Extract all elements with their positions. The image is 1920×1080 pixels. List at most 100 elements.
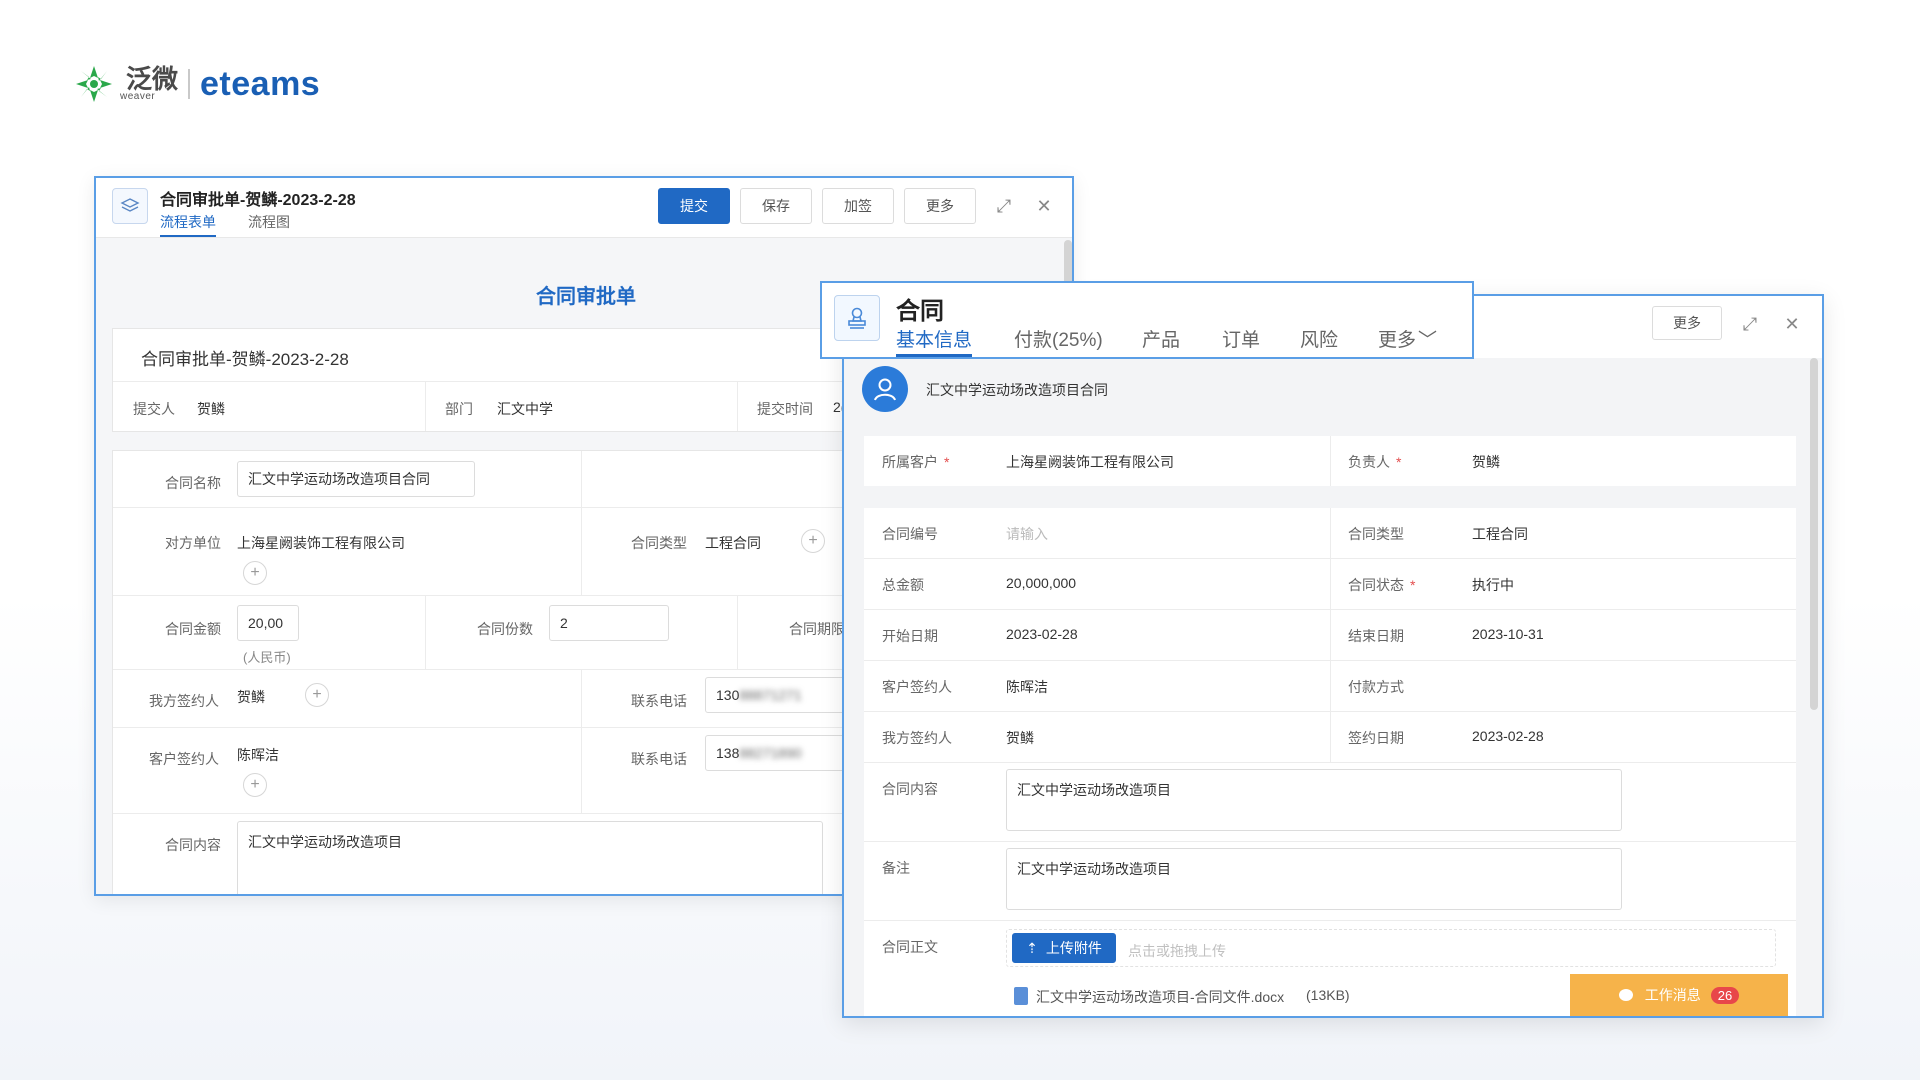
payment-label: 付款方式 — [1348, 679, 1404, 695]
more-button[interactable]: 更多 — [904, 188, 976, 224]
client-value: 上海星阙装饰工程有限公司 — [1006, 454, 1174, 470]
dept-value: 汇文中学 — [497, 401, 553, 417]
row-number: 合同编号 请输入 合同类型 工程合同 — [864, 508, 1796, 558]
phone-label-1: 联系电话 — [631, 693, 687, 709]
upload-hint: 点击或拖拽上传 — [1128, 943, 1226, 959]
brand-cn: 泛微 weaver — [120, 64, 179, 102]
remark-label: 备注 — [882, 860, 910, 876]
sign-date-label: 签约日期 — [1348, 730, 1404, 746]
row-remark: 备注 汇文中学运动场改造项目 — [864, 842, 1796, 920]
add-our-signer-icon[interactable]: + — [305, 683, 329, 707]
client-signer-value-2: 陈晖洁 — [1006, 679, 1048, 695]
our-signer-value-2: 贺鳞 — [1006, 730, 1034, 746]
currency-label: (人民币) — [243, 650, 291, 665]
content-textarea[interactable]: 汇文中学运动场改造项目 — [237, 821, 823, 894]
brand-divider — [188, 69, 191, 99]
contract-close-icon[interactable]: ✕ — [1780, 312, 1804, 336]
chat-bubble-icon — [1618, 989, 1633, 1001]
contract-header: 合同 基本信息 付款(25%) 产品 订单 风险 更多 ﹀ — [820, 281, 1474, 359]
approval-header: 合同审批单-贺鳞-2023-2-28 流程表单 流程图 提交 保存 加签 更多 … — [96, 178, 1072, 238]
submitter-label: 提交人 — [133, 401, 175, 417]
file-name[interactable]: 汇文中学运动场改造项目-合同文件.docx — [1036, 987, 1284, 1007]
submit-button[interactable]: 提交 — [658, 188, 730, 224]
countersign-button[interactable]: 加签 — [822, 188, 894, 224]
work-message-button[interactable]: 工作消息 26 — [1570, 974, 1788, 1016]
tab-more[interactable]: 更多 ﹀ — [1378, 325, 1437, 352]
amount-input[interactable]: 20,00 — [237, 605, 299, 641]
upload-zone[interactable] — [1006, 929, 1776, 967]
phone-label-2: 联系电话 — [631, 751, 687, 767]
type-value: 工程合同 — [705, 535, 761, 551]
tab-basic-info[interactable]: 基本信息 — [896, 325, 973, 357]
contract-type-value: 工程合同 — [1472, 526, 1528, 542]
client-signer-value: 陈晖洁 — [237, 747, 279, 763]
contract-stamp-icon — [834, 295, 880, 341]
status-value: 执行中 — [1472, 577, 1514, 593]
row-client-signer: 客户签约人 陈晖洁 付款方式 — [864, 661, 1796, 711]
contract-window: 更多 ⤢ ✕ 汇文中学运动场改造项目合同 所属客户 * 上海星阙装饰工程有限公司 … — [842, 294, 1824, 1018]
close-icon[interactable]: ✕ — [1032, 194, 1056, 218]
document-icon — [1014, 987, 1028, 1005]
add-counterparty-icon[interactable]: + — [243, 561, 267, 585]
contract-body: 汇文中学运动场改造项目合同 所属客户 * 上海星阙装饰工程有限公司 负责人 * 贺鳞… — [844, 358, 1822, 1016]
expand-icon[interactable]: ⤢ — [992, 194, 1016, 218]
tab-order[interactable]: 订单 — [1222, 325, 1260, 352]
contract-content-label: 合同内容 — [882, 781, 938, 797]
content-label: 合同内容 — [165, 837, 221, 853]
submit-time-label: 提交时间 — [757, 401, 813, 417]
client-label: 所属客户 * — [882, 454, 950, 470]
brand-logo: 泛微 weaver eteams — [72, 56, 320, 112]
period-label: 合同期限 — [789, 621, 845, 637]
phone-input-1[interactable]: 130 88871271 — [705, 677, 865, 713]
approval-title: 合同审批单-贺鳞-2023-2-28 — [160, 192, 356, 209]
contract-type-label: 合同类型 — [1348, 526, 1404, 542]
avatar-icon — [862, 366, 908, 412]
add-type-icon[interactable]: + — [801, 529, 825, 553]
tab-form[interactable]: 流程表单 — [160, 212, 216, 237]
save-button[interactable]: 保存 — [740, 188, 812, 224]
start-value: 2023-02-28 — [1006, 626, 1078, 642]
contract-title: 合同 — [896, 298, 944, 325]
weaver-leaf-icon — [76, 66, 112, 102]
dept-label: 部门 — [445, 401, 473, 417]
tab-payment[interactable]: 付款(25%) — [1014, 325, 1103, 352]
upload-button[interactable]: ⇡ 上传附件 — [1012, 933, 1116, 963]
start-label: 开始日期 — [882, 628, 938, 644]
work-message-label: 工作消息 — [1644, 987, 1701, 1003]
our-signer-label: 我方签约人 — [149, 693, 219, 709]
copies-input[interactable]: 2 — [549, 605, 669, 641]
contract-more-button[interactable]: 更多 — [1652, 306, 1722, 340]
owner-label: 负责人 * — [1348, 454, 1402, 470]
tab-flowchart[interactable]: 流程图 — [248, 212, 290, 232]
file-size: (13KB) — [1306, 987, 1350, 1003]
type-label: 合同类型 — [631, 535, 687, 551]
our-signer-value: 贺鳞 — [237, 689, 265, 705]
row-total: 总金额 20,000,000 合同状态 * 执行中 — [864, 559, 1796, 609]
contract-expand-icon[interactable]: ⤢ — [1738, 312, 1762, 336]
total-label: 总金额 — [882, 577, 924, 593]
amount-label: 合同金额 — [165, 621, 221, 637]
total-value: 20,000,000 — [1006, 575, 1077, 591]
remark-textarea[interactable]: 汇文中学运动场改造项目 — [1006, 848, 1622, 910]
add-client-signer-icon[interactable]: + — [243, 773, 267, 797]
contract-name-label: 合同名称 — [165, 475, 221, 491]
counterparty-value: 上海星阙装饰工程有限公司 — [237, 535, 405, 551]
doc-name: 合同审批单-贺鳞-2023-2-28 — [141, 350, 349, 369]
phone-2-masked: 88271890 — [739, 745, 802, 761]
contract-content-textarea[interactable]: 汇文中学运动场改造项目 — [1006, 769, 1622, 831]
phone-1-masked: 88871271 — [739, 687, 802, 703]
layers-icon — [112, 188, 148, 224]
number-input[interactable]: 请输入 — [1006, 524, 1048, 544]
client-signer-label-2: 客户签约人 — [882, 679, 952, 695]
contract-scrollbar[interactable] — [1810, 358, 1818, 710]
work-message-badge: 26 — [1710, 986, 1740, 1004]
phone-1-prefix: 130 — [716, 687, 740, 703]
tab-product[interactable]: 产品 — [1142, 325, 1180, 352]
owner-value: 贺鳞 — [1472, 454, 1500, 470]
end-label: 结束日期 — [1348, 628, 1404, 644]
contract-name-input[interactable]: 汇文中学运动场改造项目合同 — [237, 461, 475, 497]
phone-input-2[interactable]: 138 88271890 — [705, 735, 865, 771]
row-dates: 开始日期 2023-02-28 结束日期 2023-10-31 — [864, 610, 1796, 660]
brand-product: eteams — [200, 65, 321, 103]
tab-risk[interactable]: 风险 — [1300, 325, 1338, 352]
